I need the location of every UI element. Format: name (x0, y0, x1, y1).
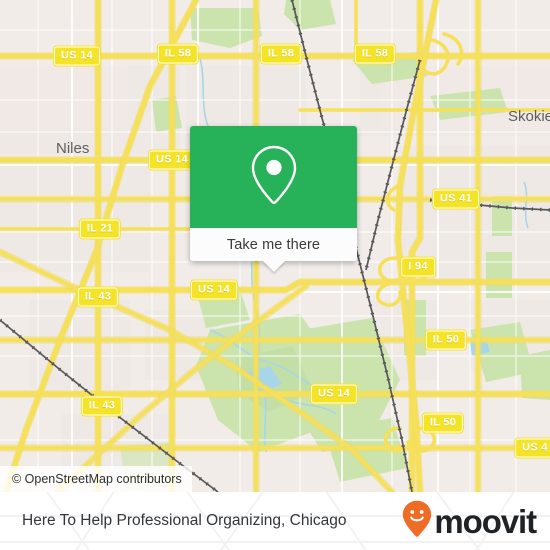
callout-card-header (190, 126, 357, 228)
road-shield: US 41 (431, 188, 481, 210)
road-shield: IL 21 (78, 218, 122, 240)
footer-bar: Here To Help Professional Organizing, Ch… (0, 492, 550, 550)
road-shield: US 14 (147, 149, 197, 171)
road-shield: US 4 (514, 437, 550, 459)
moovit-map-screenshot: .land { fill:#f2ece9; } .blk { fill:#eee… (0, 0, 550, 550)
callout-pointer (262, 261, 285, 272)
map-pin-icon (247, 144, 301, 211)
road-shield: IL 43 (80, 395, 124, 417)
callout-card-action[interactable]: Take me there (190, 228, 357, 272)
road-shield: IL 58 (353, 43, 397, 65)
road-shield: IL 50 (421, 412, 465, 434)
road-shield: US 14 (309, 383, 359, 405)
osm-attribution: © OpenStreetMap contributors (0, 466, 192, 492)
road-shield: US 14 (189, 279, 239, 301)
moovit-brand[interactable]: moovit (402, 492, 537, 550)
road-shield: IL 43 (76, 286, 120, 308)
road-shield: IL 50 (424, 329, 468, 351)
moovit-smiley-pin-icon (402, 500, 432, 543)
location-callout-card[interactable]: Take me there (190, 126, 357, 272)
osm-attribution-text: © OpenStreetMap contributors (12, 472, 182, 486)
road-shield: IL 58 (156, 43, 200, 65)
place-label: Skokie (508, 108, 550, 125)
road-shield: I 94 (400, 256, 436, 278)
place-title: Here To Help Professional Organizing, Ch… (22, 512, 347, 529)
moovit-wordmark: moovit (434, 502, 537, 540)
road-shield: US 14 (52, 45, 102, 67)
place-label: Niles (56, 140, 90, 157)
road-shield: IL 58 (259, 43, 303, 65)
take-me-there-label: Take me there (226, 236, 321, 253)
